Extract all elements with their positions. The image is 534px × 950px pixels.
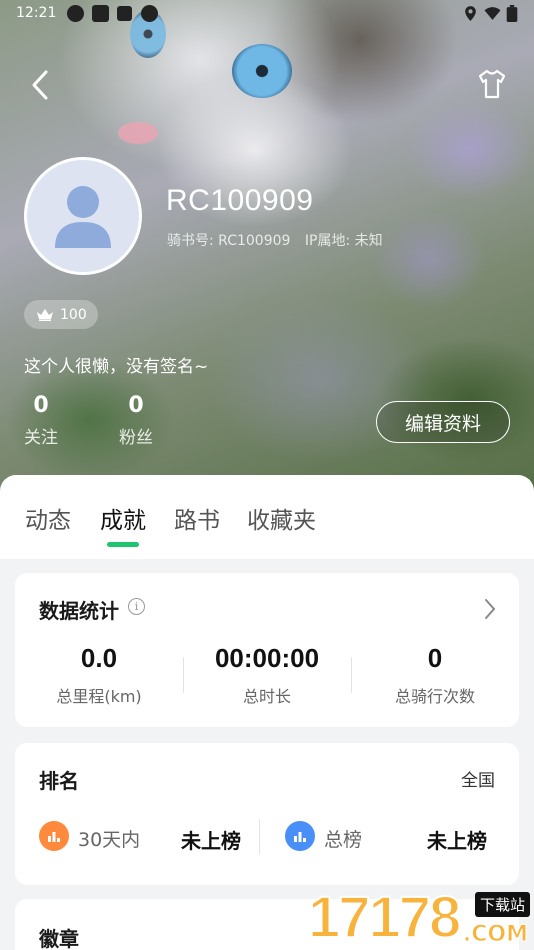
cat-eye-right <box>232 44 292 98</box>
location-icon <box>465 6 476 21</box>
data-stats-card[interactable]: 数据统计 i 0.0 总里程(km) 00:00:00 总时长 0 总骑行次数 <box>15 573 519 727</box>
metric-label: 总里程(km) <box>56 687 142 706</box>
username: RC100909 <box>166 184 314 217</box>
ranking-title: 排名 <box>39 769 79 793</box>
battery-icon <box>506 5 518 22</box>
watermark-tag: 下载站 <box>474 892 530 917</box>
data-stats-title: 数据统计 <box>39 599 119 623</box>
bar-chart-icon <box>285 821 315 851</box>
rank-total-value[interactable]: 未上榜 <box>427 825 487 854</box>
divider <box>259 819 260 855</box>
info-icon[interactable]: i <box>128 598 145 615</box>
badge-title: 徽章 <box>39 927 79 950</box>
following-count: 0 <box>33 393 49 418</box>
default-user-icon <box>55 186 111 248</box>
chevron-right-icon[interactable] <box>483 597 497 621</box>
tab-achievements[interactable]: 成就 <box>100 501 146 535</box>
edit-profile-button[interactable]: 编辑资料 <box>376 401 510 443</box>
metric-value: 0 <box>427 643 443 673</box>
app-notification-icon <box>117 6 132 21</box>
tab-routes[interactable]: 路书 <box>174 501 220 535</box>
level-value: 100 <box>60 306 87 323</box>
metric-total-rides: 0 总骑行次数 <box>351 643 519 707</box>
metric-value: 0.0 <box>80 643 118 673</box>
crown-icon <box>37 308 53 321</box>
avatar[interactable] <box>24 157 142 275</box>
ip-location: IP属地: 未知 <box>304 233 383 249</box>
following-stat[interactable]: 0 关注 <box>24 393 58 448</box>
bar-chart-icon <box>39 821 69 851</box>
rider-id: 骑书号: RC100909 <box>167 233 291 249</box>
metric-label: 总骑行次数 <box>394 687 475 706</box>
watermark-suffix: .COM <box>462 922 528 948</box>
profile-page: 12:21 RC100909 骑书号: RC100909 IP属地: 未知 10… <box>0 0 534 950</box>
back-button[interactable] <box>26 68 56 102</box>
following-label: 关注 <box>24 428 58 448</box>
tab-favorites[interactable]: 收藏夹 <box>247 501 316 535</box>
fans-stat[interactable]: 0 粉丝 <box>119 393 153 448</box>
status-time: 12:21 <box>16 5 57 21</box>
ranking-card: 排名 全国 30天内 未上榜 总榜 未上榜 <box>15 743 519 885</box>
tab-posts[interactable]: 动态 <box>25 501 71 535</box>
metric-label: 总时长 <box>242 687 291 706</box>
site-watermark-logo: 17178 下载站 .COM <box>307 884 534 950</box>
rank-30days-label: 30天内 <box>78 829 141 851</box>
metric-total-time: 00:00:00 总时长 <box>183 643 351 707</box>
rank-total-label: 总榜 <box>324 829 363 851</box>
ranking-scope-selector[interactable]: 全国 <box>461 766 495 791</box>
profile-tabs: 动态 成就 路书 收藏夹 <box>0 475 534 559</box>
app-notification-icon <box>92 5 109 22</box>
app-notification-icon <box>67 5 84 22</box>
cat-nose <box>118 122 158 144</box>
user-signature: 这个人很懒，没有签名~ <box>24 357 209 377</box>
rank-30days-value[interactable]: 未上榜 <box>181 825 241 854</box>
app-notification-icon <box>141 5 158 22</box>
user-subinfo: 骑书号: RC100909 IP属地: 未知 <box>167 230 383 250</box>
dress-up-button[interactable] <box>476 68 508 100</box>
fans-count: 0 <box>128 393 144 418</box>
metric-total-distance: 0.0 总里程(km) <box>15 643 183 707</box>
status-bar: 12:21 <box>0 0 534 28</box>
fans-label: 粉丝 <box>119 428 153 448</box>
level-badge[interactable]: 100 <box>24 300 98 329</box>
metric-value: 00:00:00 <box>214 643 320 673</box>
active-tab-indicator <box>107 542 139 547</box>
watermark-number: 17178 <box>307 884 462 950</box>
wifi-icon <box>484 7 501 20</box>
